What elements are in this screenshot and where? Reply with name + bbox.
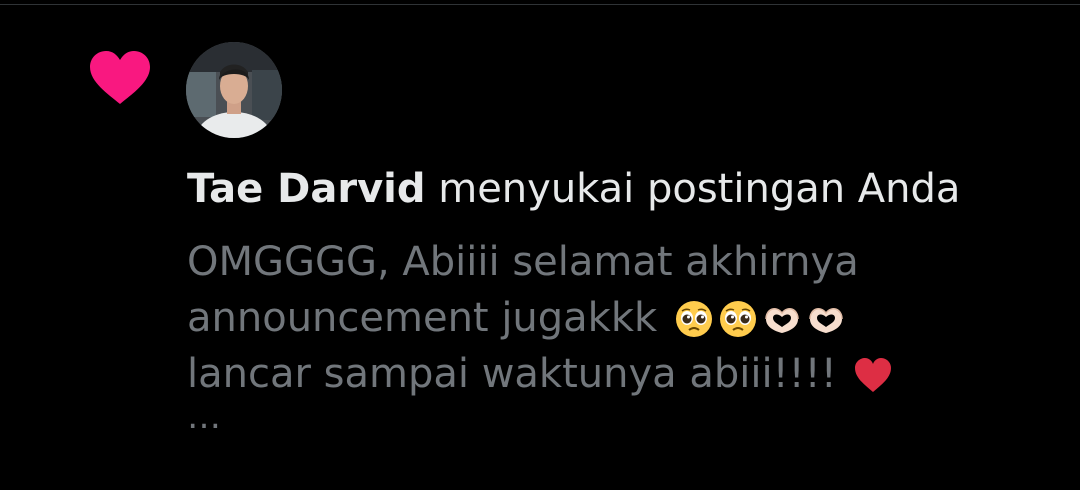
heart-hands-emoji [765,308,799,333]
post-line: OMGGGG, Abiiii selamat akhirnya [187,239,859,285]
pleading-face-emoji [675,301,712,337]
heart-hands-emoji [809,308,843,333]
heart-icon [90,51,150,104]
avatar[interactable] [186,42,282,138]
like-notification[interactable]: Tae Darvid menyukai postingan Anda OMGGG… [0,0,1080,490]
actor-name[interactable]: Tae Darvid [187,166,426,212]
truncation-ellipsis: … [187,397,223,437]
post-preview[interactable]: OMGGGG, Abiiii selamat akhirnya announce… [187,234,1067,437]
post-line: announcement jugakkk [187,290,1067,346]
action-text: menyukai postingan Anda [425,166,961,212]
pleading-face-emoji [719,301,756,337]
red-heart-emoji [855,358,892,392]
post-line: lancar sampai waktunya abiii!!!! [187,346,1067,402]
notification-headline: Tae Darvid menyukai postingan Anda [187,160,1067,218]
